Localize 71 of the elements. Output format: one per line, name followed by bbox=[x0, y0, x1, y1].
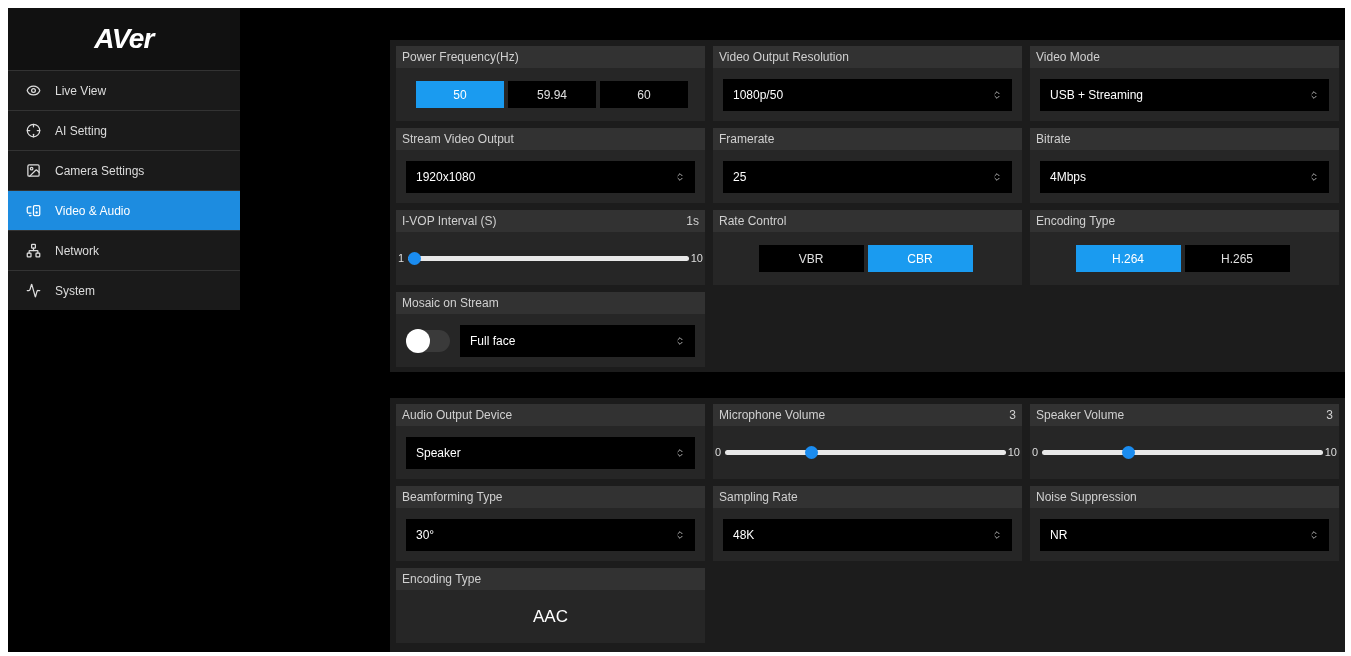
image-icon bbox=[26, 163, 41, 178]
slider-max: 10 bbox=[1324, 445, 1337, 461]
crosshair-icon bbox=[26, 123, 41, 138]
setting-label: Encoding Type bbox=[1036, 213, 1116, 230]
setting-label: Audio Output Device bbox=[402, 407, 513, 424]
chevron-icon bbox=[675, 335, 685, 346]
slider-thumb[interactable] bbox=[805, 446, 819, 459]
pulse-icon bbox=[26, 283, 41, 298]
slider-max: 10 bbox=[1007, 445, 1020, 461]
chevron-icon bbox=[1309, 529, 1319, 540]
dropdown[interactable]: 4Mbps bbox=[1040, 160, 1329, 193]
setting-label: I-VOP Interval (S) bbox=[402, 213, 497, 230]
chevron-icon bbox=[992, 529, 1002, 540]
toggle-switch[interactable] bbox=[406, 329, 450, 352]
chevron-icon bbox=[1309, 171, 1319, 182]
setting-reading: 1s bbox=[686, 213, 699, 230]
chevron-icon bbox=[992, 171, 1002, 182]
segment-button[interactable]: H.265 bbox=[1184, 245, 1290, 272]
setting-label: Power Frequency(Hz) bbox=[402, 49, 519, 66]
setting-reading: 3 bbox=[1326, 407, 1333, 424]
setting-label: Video Mode bbox=[1036, 49, 1100, 66]
monitor-speaker-icon bbox=[26, 203, 41, 218]
setting-label: Noise Suppression bbox=[1036, 489, 1137, 506]
chevron-icon bbox=[675, 447, 685, 458]
sidebar-item[interactable]: AI Setting bbox=[8, 110, 240, 150]
chevron-icon bbox=[675, 171, 685, 182]
chevron-icon bbox=[675, 529, 685, 540]
slider-track[interactable] bbox=[725, 446, 1006, 459]
network-icon bbox=[26, 243, 41, 258]
slider-track[interactable] bbox=[1042, 446, 1323, 459]
setting-label: Microphone Volume bbox=[719, 407, 826, 424]
sidebar-item[interactable]: System bbox=[8, 270, 240, 310]
slider-track[interactable] bbox=[408, 252, 689, 265]
sidebar-item[interactable]: Video & Audio bbox=[8, 190, 240, 230]
eye-icon bbox=[26, 83, 41, 98]
segment-button[interactable]: VBR bbox=[758, 245, 864, 272]
slider-max: 10 bbox=[690, 251, 703, 267]
setting-label: Mosaic on Stream bbox=[402, 295, 499, 312]
sidebar-item[interactable]: Live View bbox=[8, 70, 240, 110]
segment-button[interactable]: 59.94 bbox=[508, 81, 596, 108]
setting-label: Beamforming Type bbox=[402, 489, 503, 506]
dropdown[interactable]: 48K bbox=[723, 518, 1012, 551]
slider-min: 1 bbox=[398, 251, 405, 267]
chevron-icon bbox=[992, 89, 1002, 100]
dropdown[interactable]: USB + Streaming bbox=[1040, 78, 1329, 111]
slider-thumb[interactable] bbox=[408, 252, 422, 265]
setting-label: Bitrate bbox=[1036, 131, 1071, 148]
dropdown[interactable]: Full face bbox=[460, 324, 695, 357]
dropdown[interactable]: 25 bbox=[723, 160, 1012, 193]
setting-label: Rate Control bbox=[719, 213, 787, 230]
slider-thumb[interactable] bbox=[1122, 446, 1136, 459]
sidebar-item[interactable]: Network bbox=[8, 230, 240, 270]
slider-min: 0 bbox=[1032, 445, 1039, 461]
dropdown[interactable]: NR bbox=[1040, 518, 1329, 551]
setting-label: Video Output Resolution bbox=[719, 49, 849, 66]
dropdown[interactable]: Speaker bbox=[406, 436, 695, 469]
setting-label: Framerate bbox=[719, 131, 775, 148]
setting-label: Sampling Rate bbox=[719, 489, 798, 506]
setting-label: Stream Video Output bbox=[402, 131, 514, 148]
segment-button[interactable]: 60 bbox=[600, 81, 688, 108]
dropdown[interactable]: 1080p/50 bbox=[723, 78, 1012, 111]
sidebar-item[interactable]: Camera Settings bbox=[8, 150, 240, 190]
setting-label: Encoding Type bbox=[402, 571, 482, 588]
chevron-icon bbox=[1309, 89, 1319, 100]
setting-value: AAC bbox=[533, 605, 568, 628]
logo: AVer bbox=[94, 22, 154, 56]
setting-label: Speaker Volume bbox=[1036, 407, 1125, 424]
slider-min: 0 bbox=[715, 445, 722, 461]
dropdown[interactable]: 1920x1080 bbox=[406, 160, 695, 193]
dropdown[interactable]: 30° bbox=[406, 518, 695, 551]
setting-reading: 3 bbox=[1009, 407, 1016, 424]
